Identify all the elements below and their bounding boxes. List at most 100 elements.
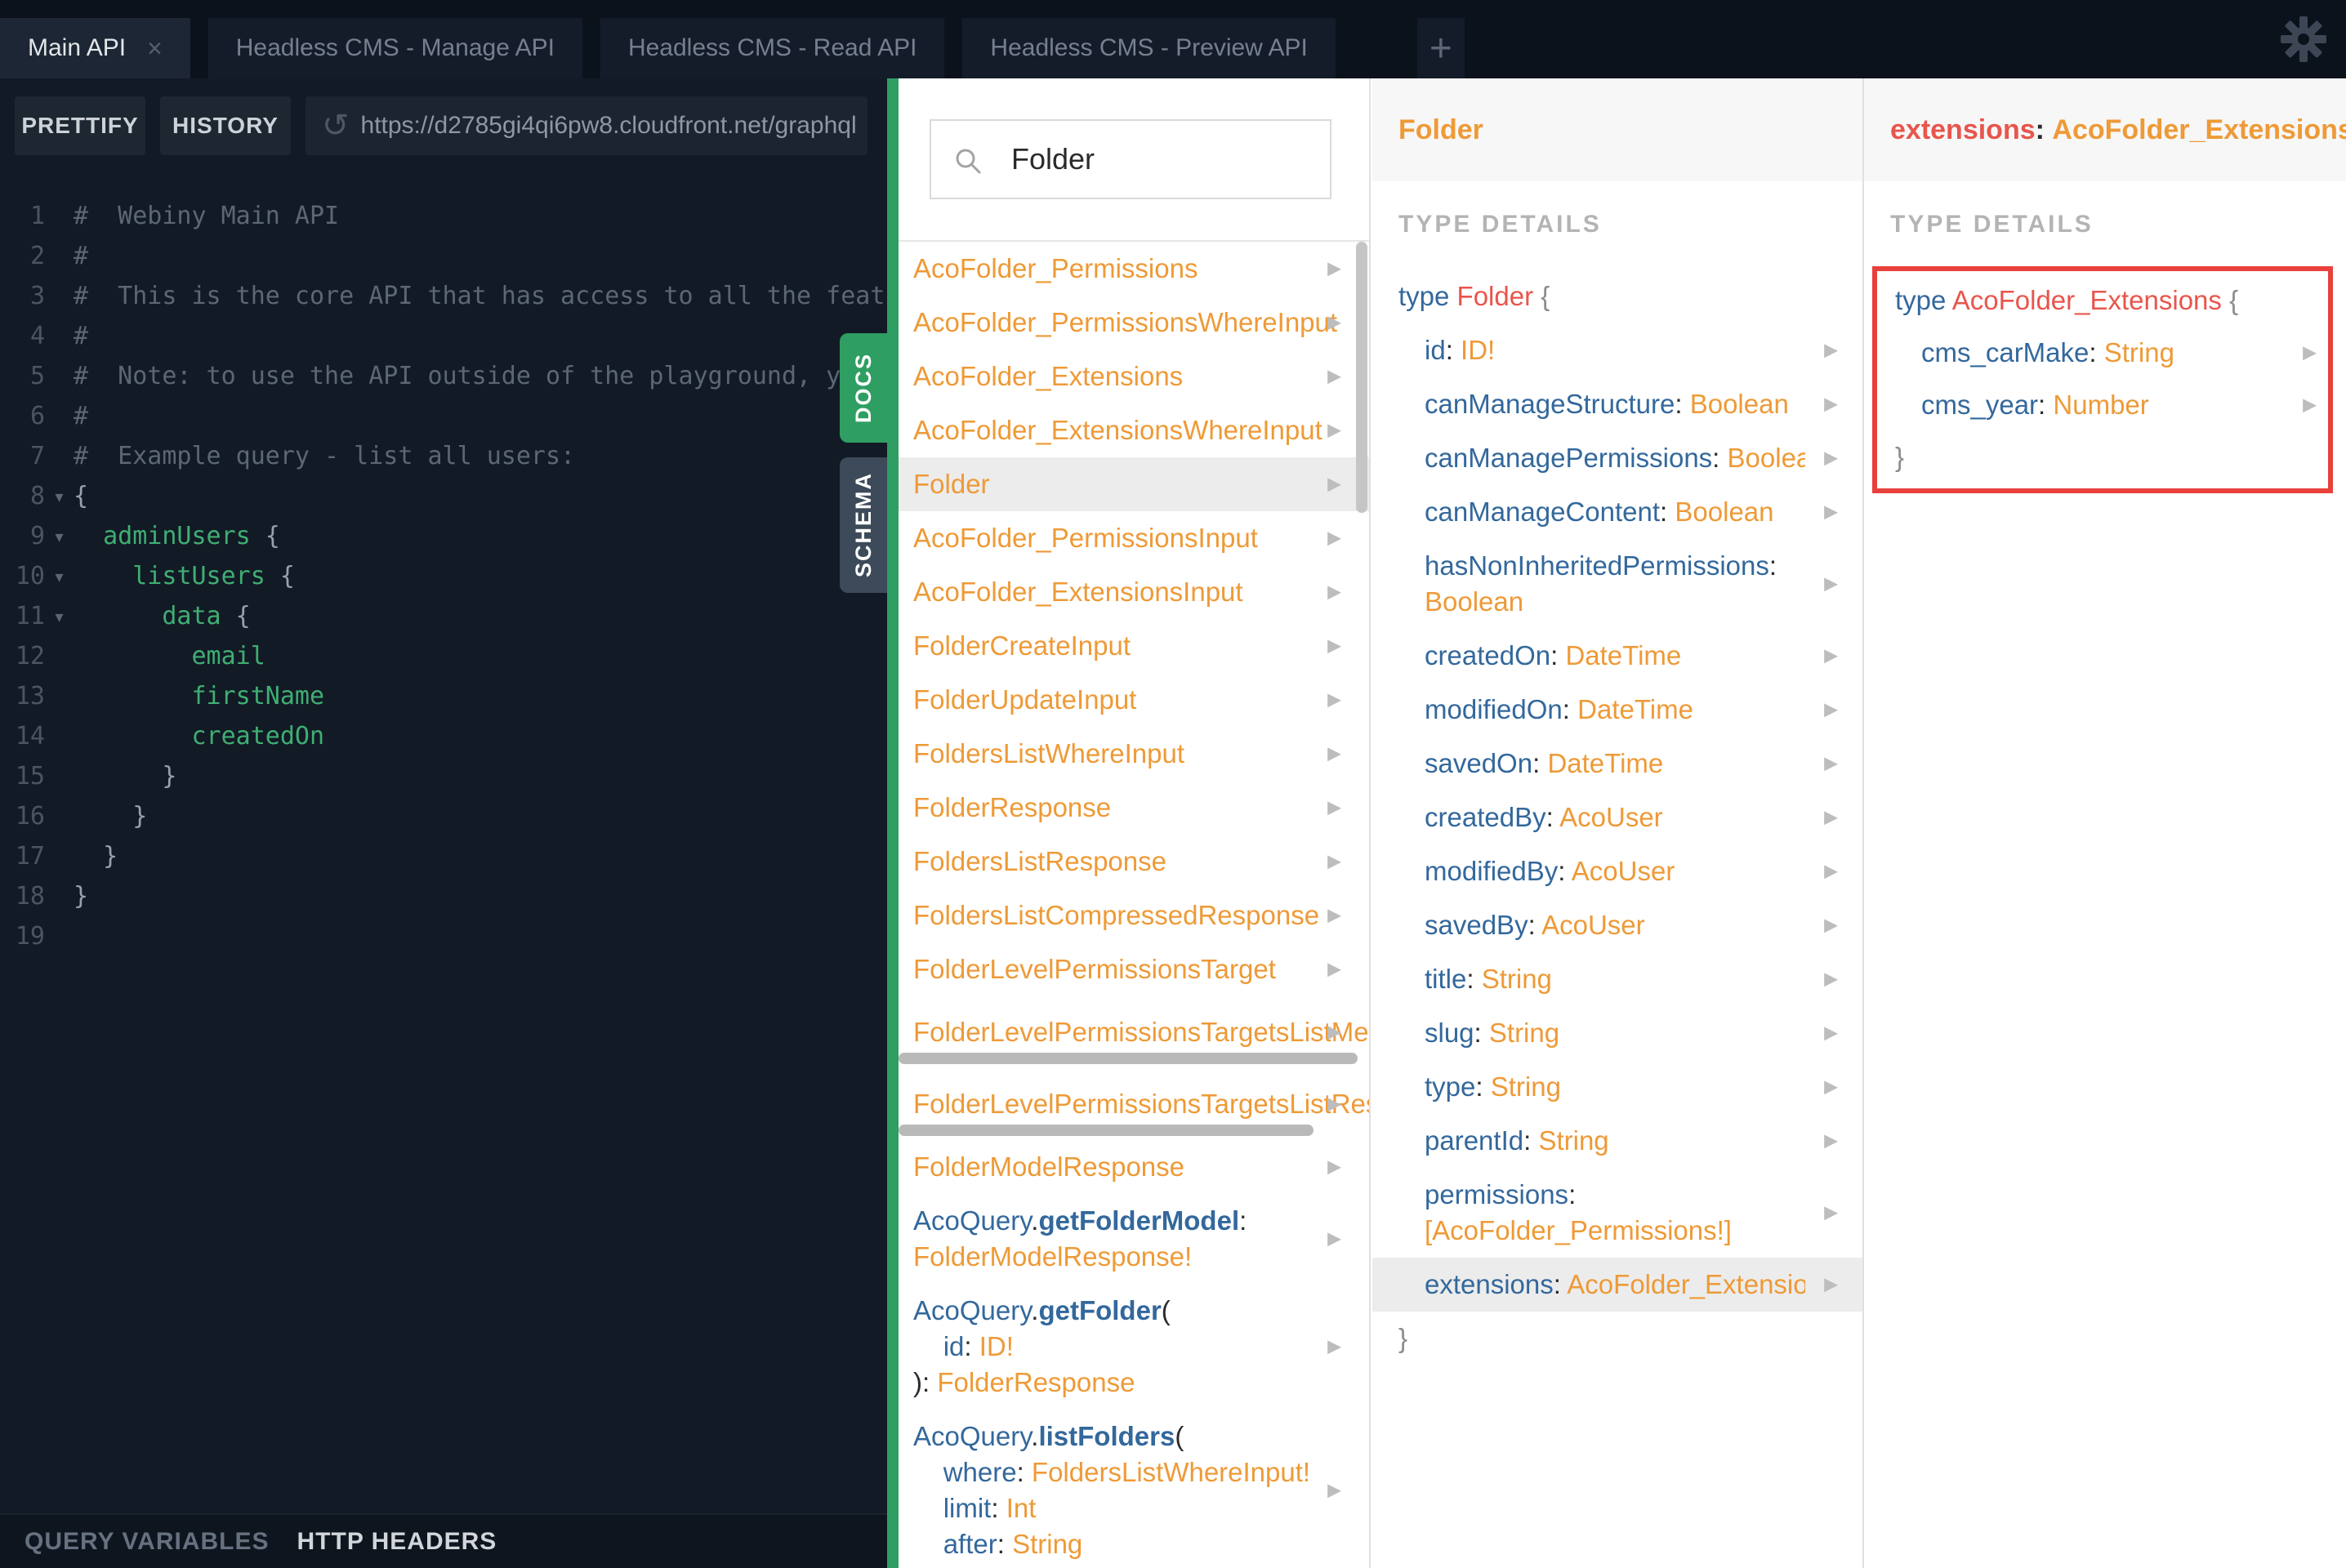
line-number: 11 bbox=[15, 602, 45, 630]
endpoint-url-input[interactable]: ↺ https://d2785gi4qi6pw8.cloudfront.net/… bbox=[306, 96, 867, 155]
code-line[interactable]: 6 # bbox=[0, 396, 887, 436]
code-line[interactable]: 18} bbox=[0, 876, 887, 916]
query-variables-tab[interactable]: QUERY VARIABLES bbox=[25, 1528, 270, 1556]
line-number: 9 bbox=[29, 522, 45, 550]
type-field-row[interactable]: slug: String ▶ bbox=[1372, 1006, 1862, 1060]
api-tab[interactable]: Main API × bbox=[0, 18, 190, 78]
horizontal-scrollbar-thumb[interactable] bbox=[899, 1125, 1313, 1136]
api-tab-bar: Main API × Headless CMS - Manage API Headle… bbox=[0, 0, 2346, 78]
doc-list-item[interactable]: FolderUpdateInput ▶ bbox=[899, 673, 1369, 727]
api-tab[interactable]: Headless CMS - Read API bbox=[600, 18, 945, 78]
api-tab[interactable]: Headless CMS - Preview API bbox=[962, 18, 1336, 78]
type-field-row[interactable]: cms_year: Number ▶ bbox=[1877, 379, 2328, 431]
type-field-row[interactable]: modifiedBy: AcoUser ▶ bbox=[1372, 844, 1862, 898]
doc-list-item[interactable]: FoldersListCompressedResponse ▶ bbox=[899, 889, 1369, 942]
http-headers-tab[interactable]: HTTP HEADERS bbox=[297, 1528, 497, 1556]
code-line[interactable]: 15 } bbox=[0, 756, 887, 796]
code-line[interactable]: 1 # Webiny Main API bbox=[0, 196, 887, 236]
api-tab[interactable]: Headless CMS - Manage API bbox=[207, 18, 582, 78]
doc-list-item[interactable]: FolderLevelPermissionsTarget ▶ bbox=[899, 942, 1369, 996]
type-field-row[interactable]: permissions: [AcoFolder_Permissions!] ▶ bbox=[1372, 1168, 1862, 1258]
type-field-row[interactable]: type: String ▶ bbox=[1372, 1060, 1862, 1114]
doc-list-item[interactable]: Folder ▶ bbox=[899, 457, 1369, 511]
code-line[interactable]: 16 } bbox=[0, 796, 887, 836]
doc-list-item[interactable]: FolderLevelPermissionsTargetsListRespons… bbox=[899, 1068, 1369, 1140]
horizontal-scrollbar-thumb[interactable] bbox=[899, 1053, 1358, 1064]
code-line[interactable]: 9 ▾ adminUsers { bbox=[0, 516, 887, 556]
code-line[interactable]: 14 createdOn bbox=[0, 716, 887, 756]
folder-panel-title: Folder bbox=[1372, 78, 1862, 181]
doc-list-item[interactable]: AcoFolder_Extensions ▶ bbox=[899, 350, 1369, 403]
endpoint-url-text: https://d2785gi4qi6pw8.cloudfront.net/gr… bbox=[360, 112, 857, 139]
close-tab-icon[interactable]: × bbox=[147, 35, 163, 61]
add-tab-button[interactable]: + bbox=[1416, 18, 1465, 78]
type-field-row[interactable]: canManageContent: Boolean ▶ bbox=[1372, 485, 1862, 539]
code-line[interactable]: 8 ▾{ bbox=[0, 476, 887, 516]
expand-arrow-icon: ▶ bbox=[1824, 915, 1838, 936]
type-field-row[interactable]: hasNonInheritedPermissions: Boolean ▶ bbox=[1372, 539, 1862, 629]
docs-panel-divider[interactable] bbox=[887, 78, 899, 1568]
graphql-query-editor[interactable]: 1 # Webiny Main API 2 #3 # This is the core … bbox=[0, 196, 887, 1511]
type-field-row[interactable]: extensions: AcoFolder_Extensions▶ bbox=[1372, 1258, 1862, 1312]
docs-scrollbar-thumb[interactable] bbox=[1356, 242, 1367, 513]
doc-list-item[interactable]: AcoFolder_PermissionsWhereInput ▶ bbox=[899, 296, 1369, 350]
doc-list-item[interactable]: AcoFolder_ExtensionsWhereInput ▶ bbox=[899, 403, 1369, 457]
expand-arrow-icon: ▶ bbox=[1824, 448, 1838, 469]
type-declaration-row: type Folder { bbox=[1398, 281, 1550, 311]
doc-list-item[interactable]: AcoQuery.listFolders( where: FoldersList… bbox=[899, 1410, 1369, 1568]
fold-arrow-icon[interactable]: ▾ bbox=[45, 567, 74, 586]
api-tab-label: Headless CMS - Preview API bbox=[990, 34, 1308, 61]
type-field-row[interactable]: canManageStructure: Boolean ▶ bbox=[1372, 377, 1862, 431]
docs-search-input[interactable]: Folder bbox=[930, 119, 1331, 199]
code-line[interactable]: 11 ▾ data { bbox=[0, 596, 887, 636]
code-line[interactable]: 5 # Note: to use the API outside of the p… bbox=[0, 356, 887, 396]
expand-arrow-icon: ▶ bbox=[1824, 969, 1838, 990]
code-line[interactable]: 7 # Example query - list all users: bbox=[0, 436, 887, 476]
expand-arrow-icon: ▶ bbox=[1327, 1156, 1341, 1178]
code-line[interactable]: 17 } bbox=[0, 836, 887, 876]
type-field-row[interactable]: id: ID! ▶ bbox=[1372, 323, 1862, 377]
code-line[interactable]: 13 firstName bbox=[0, 676, 887, 716]
fold-arrow-icon[interactable]: ▾ bbox=[45, 527, 74, 546]
schema-side-tab[interactable]: SCHEMA bbox=[840, 457, 887, 593]
doc-list-item[interactable]: FolderCreateInput ▶ bbox=[899, 619, 1369, 673]
code-line[interactable]: 4 # bbox=[0, 316, 887, 356]
doc-list-item[interactable]: AcoQuery.getFolderModel: FolderModelRespo… bbox=[899, 1194, 1369, 1284]
type-field-row[interactable]: canManagePermissions: Boolean▶ bbox=[1372, 431, 1862, 485]
fold-arrow-icon[interactable]: ▾ bbox=[45, 487, 74, 506]
type-field-row[interactable]: title: String ▶ bbox=[1372, 952, 1862, 1006]
docs-side-tab[interactable]: DOCS bbox=[840, 333, 887, 443]
line-number: 6 bbox=[29, 402, 45, 430]
doc-list-item[interactable]: FolderLevelPermissionsTargetsListMeta ▶ bbox=[899, 996, 1369, 1068]
code-line[interactable]: 12 email bbox=[0, 636, 887, 676]
history-button[interactable]: HISTORY bbox=[160, 96, 291, 155]
settings-gear-icon[interactable] bbox=[2281, 16, 2326, 62]
type-field-row[interactable]: createdBy: AcoUser ▶ bbox=[1372, 791, 1862, 844]
doc-list-item[interactable]: FoldersListWhereInput ▶ bbox=[899, 727, 1369, 781]
doc-list-item[interactable]: AcoFolder_Permissions ▶ bbox=[899, 242, 1369, 296]
code-line[interactable]: 19 bbox=[0, 916, 887, 956]
code-line[interactable]: 10 ▾ listUsers { bbox=[0, 556, 887, 596]
type-declaration-row: type AcoFolder_Extensions { bbox=[1895, 285, 2239, 315]
expand-arrow-icon: ▶ bbox=[1327, 851, 1341, 872]
code-line[interactable]: 3 # This is the core API that has access … bbox=[0, 276, 887, 316]
type-field-row[interactable]: modifiedOn: DateTime ▶ bbox=[1372, 683, 1862, 737]
prettify-button[interactable]: PRETTIFY bbox=[15, 96, 145, 155]
type-field-row[interactable]: cms_carMake: String ▶ bbox=[1877, 327, 2328, 379]
fold-arrow-icon[interactable]: ▾ bbox=[45, 607, 74, 626]
doc-list-item[interactable]: AcoFolder_PermissionsInput ▶ bbox=[899, 511, 1369, 565]
doc-list-item[interactable]: FoldersListResponse ▶ bbox=[899, 835, 1369, 889]
expand-arrow-icon: ▶ bbox=[1327, 528, 1341, 549]
editor-bottom-bar: QUERY VARIABLES HTTP HEADERS bbox=[0, 1513, 887, 1568]
doc-list-item[interactable]: FolderModelResponse ▶ bbox=[899, 1140, 1369, 1194]
type-field-row[interactable]: savedBy: AcoUser ▶ bbox=[1372, 898, 1862, 952]
code-line[interactable]: 2 # bbox=[0, 236, 887, 276]
type-field-row[interactable]: createdOn: DateTime ▶ bbox=[1372, 629, 1862, 683]
doc-list-item[interactable]: FolderResponse ▶ bbox=[899, 781, 1369, 835]
reload-endpoint-icon[interactable]: ↺ bbox=[322, 109, 350, 142]
type-field-row[interactable]: parentId: String ▶ bbox=[1372, 1114, 1862, 1168]
extensions-panel-title: extensions: AcoFolder_Extensions bbox=[1864, 78, 2346, 181]
doc-list-item[interactable]: AcoFolder_ExtensionsInput ▶ bbox=[899, 565, 1369, 619]
doc-list-item[interactable]: AcoQuery.getFolder( id: ID!): FolderResp… bbox=[899, 1284, 1369, 1410]
type-field-row[interactable]: savedOn: DateTime ▶ bbox=[1372, 737, 1862, 791]
